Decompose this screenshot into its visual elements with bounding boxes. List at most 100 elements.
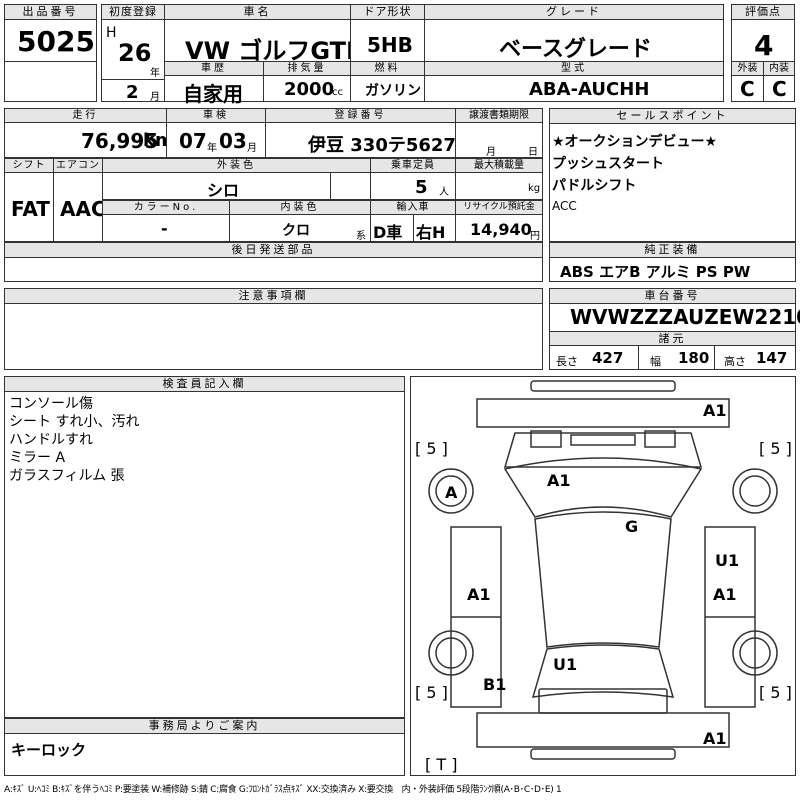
first-reg-month-unit: 月 [150,92,160,103]
car-name-label: 車名 [165,5,350,20]
displacement-label: 排気量 [263,61,351,76]
tire-rr-score: [ 5 ] [759,683,792,702]
inspection-cell: 07 年 03 月 [166,122,266,158]
displacement-cell: 2000 cc [263,75,351,102]
shift-cell: FAT [4,172,54,242]
ext-color-value: シロ [207,181,240,200]
first-reg-era: H [106,25,117,41]
first-reg-year-unit: 年 [150,68,160,79]
car-outline-graphic [428,380,778,760]
inspector-note: ハンドルすれ [9,432,93,448]
damage-trunk: U1 [553,655,578,674]
equipment-value: ABS エアB アルミ PS PW [560,263,751,281]
spec-height-label: 高さ [724,355,746,368]
office-box: 事務局よりご案内 キーロック [4,718,405,776]
import-cell-1: D車 [370,214,414,242]
shift-value: FAT [11,197,50,221]
fuel-value: ガソリン [365,83,421,99]
model-cell: ABA-AUCHH [424,75,724,102]
lot-empty-box [4,61,97,102]
capacity-value: 5 [415,177,428,198]
model-value: ABA-AUCHH [529,79,650,100]
model-label: 型式 [424,61,724,76]
car-damage-diagram: [ 5 ] [ 5 ] [ 5 ] [ 5 ] [ T ] A1 A1 A G … [410,376,796,776]
tire-rl-score: [ 5 ] [415,683,448,702]
import-value-1: D車 [373,223,403,242]
plate-value: 伊豆 330テ5627 [308,135,456,156]
max-load-cell: kg [455,172,543,200]
inspection-month: 03 [219,129,247,153]
inspector-note: シート すれ小、汚れ [9,414,140,430]
history-value: 自家用 [183,82,243,106]
caution-box: 注意事項欄 [4,288,543,370]
spec-width: 180 [678,349,710,367]
tire-fl-score: [ 5 ] [415,439,448,458]
sales-point-item: プッシュスタート [552,156,664,172]
int-color-label: 内装色 [229,200,371,215]
score-box: 評価点 4 [731,4,795,62]
recycle-label: リサイクル預託金 [455,200,543,215]
int-color-cell: クロ 系 [229,214,371,242]
chassis-value: WVWZZZAUZEW221070 [570,305,800,329]
ext-score: C [740,77,755,101]
first-reg-year: 26 [118,39,152,67]
recycle-value: 14,940 [470,220,532,239]
lot-number: 5025 [17,25,95,58]
ext-color-sub-cell [330,172,371,200]
mileage-label: 走行 [4,108,167,123]
int-score-cell: C [763,75,795,102]
plate-cell: 伊豆 330テ5627 [265,122,456,158]
spec-height: 147 [756,349,788,367]
damage-rear-left: B1 [483,675,507,694]
damage-rear: A1 [703,729,727,748]
import-cell-2: 右H [413,214,456,242]
damage-legend: A:ｷｽﾞ U:ﾍｺﾐ B:ｷｽﾞを伴うﾍｺﾐ P:要塗装 W:補修跡 S:錆 … [4,785,562,795]
aircon-label: エアコン [53,158,103,173]
sales-point-item: ACC [552,199,577,213]
capacity-label: 乗車定員 [370,158,456,173]
damage-left-front: A [445,483,458,502]
aircon-value: AAC [60,197,106,221]
transfer-label: 譲渡書類期限 [455,108,543,123]
import-label: 輸入車 [370,200,456,215]
inspector-note: コンソール傷 [9,396,93,412]
sales-point-item: パドルシフト [552,178,637,194]
history-cell: 自家用 [164,75,264,106]
damage-left-door: A1 [467,585,491,604]
sales-points-label: セールスポイント [550,109,795,124]
recycle-unit: 円 [530,231,540,242]
fuel-label: 燃料 [350,61,425,76]
mileage-cell: 76,995 km [4,122,174,158]
chassis-label: 車台番号 [550,289,795,304]
capacity-unit: 人 [439,187,449,198]
sales-points-box: セールスポイント ★オークションデビュー★ プッシュスタート パドルシフト AC… [549,108,796,242]
displacement-unit: cc [332,87,343,98]
grade-value: ベースグレード [499,37,652,62]
ext-color-label: 外装色 [102,158,371,173]
inspection-label: 車検 [166,108,266,123]
office-value: キーロック [11,741,87,759]
inspector-box: 検査員記入欄 コンソール傷 シート すれ小、汚れ ハンドルすれ ミラー A ガラ… [4,376,405,718]
max-load-unit: kg [528,183,541,194]
displacement-value: 2000 [284,79,335,100]
inspection-year-unit: 年 [207,143,217,154]
grade-box: グレード ベースグレード [424,4,724,62]
chassis-box: 車台番号 WVWZZZAUZEW221070 諸元 長さ 427 幅 180 高… [549,288,800,370]
specs-label: 諸元 [550,331,795,346]
lot-number-box: 出品番号 5025 [4,4,97,62]
office-label: 事務局よりご案内 [5,719,404,734]
ext-score-label: 外装 [731,61,764,76]
tire-fr-score: [ 5 ] [759,439,792,458]
score-label: 評価点 [732,5,794,20]
transfer-day-unit: 日 [528,147,538,158]
max-load-label: 最大積載量 [455,158,543,173]
spec-length-label: 長さ [556,355,578,368]
shift-label: シフト [4,158,54,173]
caution-label: 注意事項欄 [5,289,542,304]
damage-hood: A1 [547,471,571,490]
later-parts-box: 後日発送部品 [4,242,543,282]
equipment-box: 純正装備 ABS エアB アルミ PS PW [549,242,796,282]
first-reg-box: 初度登録 H 26 年 2 月 [101,4,165,103]
recycle-cell: 14,940 円 [455,214,543,242]
color-no-value: - [161,219,168,238]
